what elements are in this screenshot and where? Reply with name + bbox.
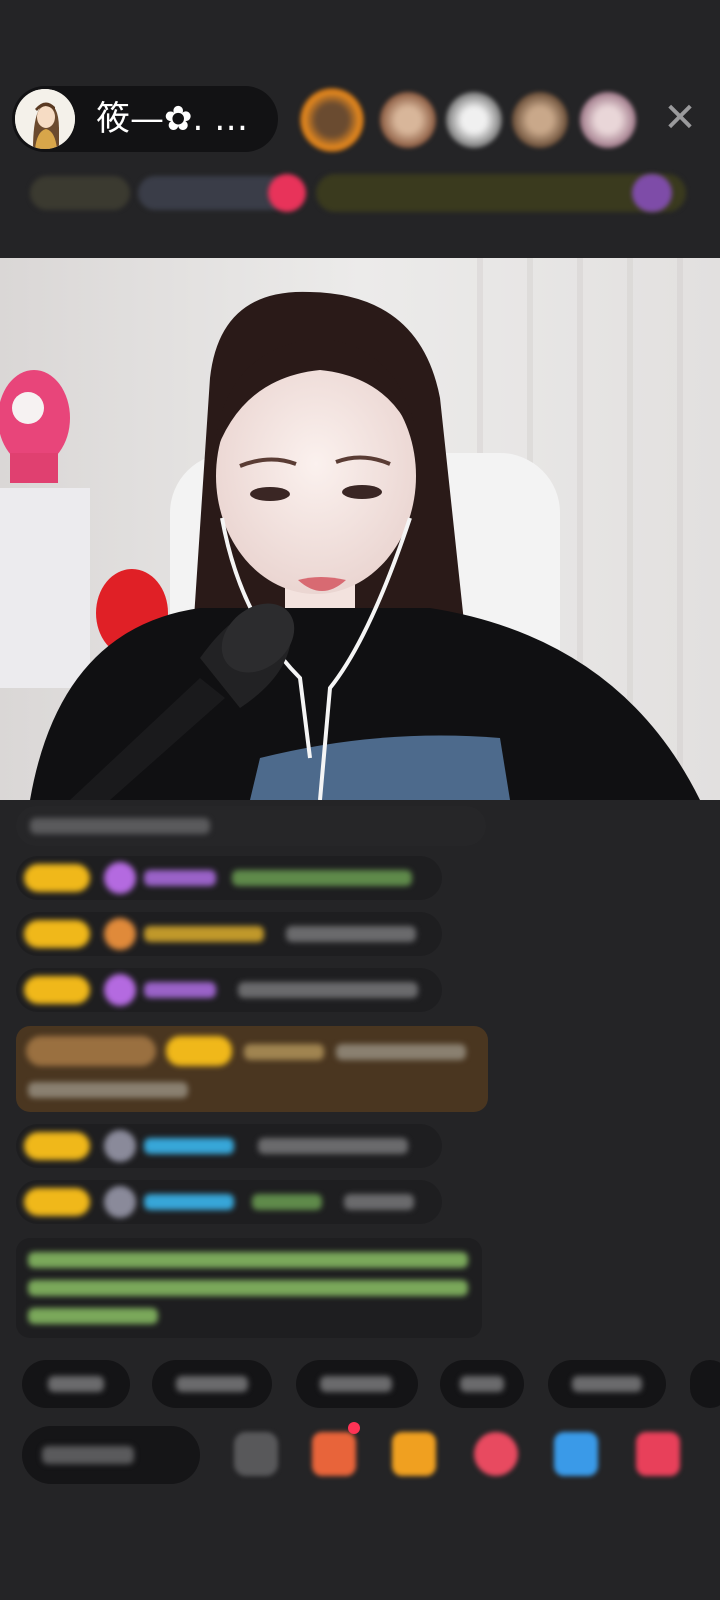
host-avatar-image bbox=[15, 89, 75, 149]
game-icon[interactable] bbox=[554, 1432, 598, 1476]
level-badge bbox=[24, 976, 90, 1004]
live-video-stream[interactable] bbox=[0, 258, 720, 800]
top-bar: 筱—✿. … ✕ bbox=[12, 86, 710, 152]
chat-message[interactable] bbox=[16, 806, 486, 846]
notice-text bbox=[28, 1280, 468, 1296]
host-avatar[interactable] bbox=[15, 89, 75, 149]
message-text bbox=[258, 1138, 408, 1154]
room-info-bar bbox=[22, 170, 698, 216]
quick-reply-chip[interactable] bbox=[548, 1360, 666, 1408]
message-text bbox=[252, 1194, 322, 1210]
heart-icon[interactable] bbox=[474, 1432, 518, 1476]
notice-text bbox=[28, 1252, 468, 1268]
emoji-icon[interactable] bbox=[234, 1432, 278, 1476]
user-icon bbox=[104, 1186, 136, 1218]
system-notice bbox=[16, 1238, 482, 1338]
message-text bbox=[336, 1044, 466, 1060]
viewer-avatar[interactable] bbox=[512, 92, 568, 148]
activity-icon[interactable] bbox=[632, 174, 672, 212]
fan-icon bbox=[104, 918, 136, 950]
notification-dot bbox=[348, 1422, 360, 1434]
viewer-avatar[interactable] bbox=[580, 92, 636, 148]
quick-reply-chip[interactable] bbox=[22, 1360, 130, 1408]
gift-icon[interactable] bbox=[268, 174, 306, 212]
viewer-avatar[interactable] bbox=[446, 92, 502, 148]
level-badge bbox=[24, 920, 90, 948]
streamer-video-frame bbox=[0, 258, 720, 800]
quick-reply-bar bbox=[22, 1360, 720, 1410]
quick-reply-chip[interactable] bbox=[690, 1360, 720, 1408]
username bbox=[144, 1138, 234, 1154]
chat-message[interactable] bbox=[16, 968, 442, 1012]
username bbox=[144, 982, 216, 998]
bottom-action-bar bbox=[22, 1422, 720, 1488]
diamond-icon bbox=[104, 862, 136, 894]
notice-text bbox=[28, 1308, 158, 1324]
announcement-ticker[interactable] bbox=[316, 174, 686, 212]
username bbox=[144, 870, 216, 886]
level-badge bbox=[24, 864, 90, 892]
noble-badge bbox=[26, 1036, 156, 1066]
user-icon bbox=[104, 1130, 136, 1162]
level-badge bbox=[24, 1188, 90, 1216]
gift-icon[interactable] bbox=[636, 1432, 680, 1476]
highlighted-chat-message[interactable] bbox=[16, 1026, 488, 1112]
message-text bbox=[232, 870, 412, 886]
level-badge bbox=[166, 1036, 232, 1066]
fan-club-badge[interactable] bbox=[138, 176, 288, 210]
diamond-icon bbox=[104, 974, 136, 1006]
username bbox=[244, 1044, 324, 1060]
message-text bbox=[344, 1194, 414, 1210]
chat-input-placeholder bbox=[42, 1446, 134, 1464]
message-text bbox=[238, 982, 418, 998]
chat-message[interactable] bbox=[16, 1180, 442, 1224]
close-icon[interactable]: ✕ bbox=[658, 96, 702, 140]
message-text bbox=[30, 818, 210, 834]
viewer-avatar[interactable] bbox=[300, 88, 364, 152]
quick-reply-chip[interactable] bbox=[152, 1360, 272, 1408]
username bbox=[144, 1194, 234, 1210]
level-badge bbox=[24, 1132, 90, 1160]
message-text bbox=[28, 1082, 188, 1098]
gift-box-icon[interactable] bbox=[312, 1432, 356, 1476]
quick-reply-chip[interactable] bbox=[296, 1360, 418, 1408]
treasure-icon[interactable] bbox=[392, 1432, 436, 1476]
chat-message[interactable] bbox=[16, 856, 442, 900]
chat-message[interactable] bbox=[16, 912, 442, 956]
host-name: 筱—✿. … bbox=[96, 99, 249, 139]
host-info-pill[interactable]: 筱—✿. … bbox=[12, 86, 278, 152]
username bbox=[144, 926, 264, 942]
rank-badge[interactable] bbox=[30, 176, 130, 210]
chat-input[interactable] bbox=[22, 1426, 200, 1484]
viewer-avatar[interactable] bbox=[380, 92, 436, 148]
quick-reply-chip[interactable] bbox=[440, 1360, 524, 1408]
chat-message[interactable] bbox=[16, 1124, 442, 1168]
message-text bbox=[286, 926, 416, 942]
